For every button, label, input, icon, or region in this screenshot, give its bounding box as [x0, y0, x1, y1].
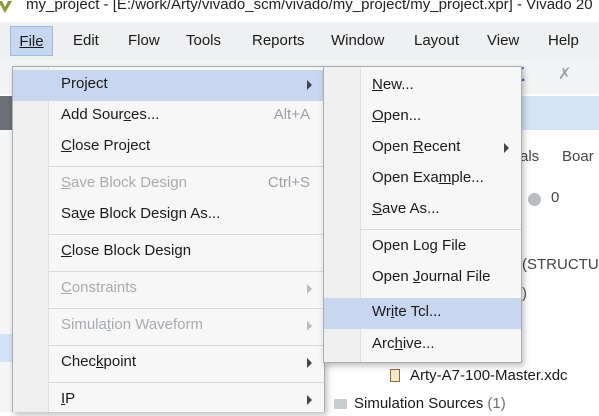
status-count: 0: [551, 189, 560, 206]
menu-file[interactable]: File: [10, 26, 53, 56]
xdc-file-item[interactable]: Arty-A7-100-Master.xdc: [410, 367, 568, 384]
shortcut-label: Ctrl+S: [267, 174, 310, 191]
menu-item-ip[interactable]: IP: [13, 385, 324, 416]
submenu-arrow-icon: [307, 80, 312, 90]
menu-item-open-log-file[interactable]: Open Log File: [324, 232, 521, 263]
window-title: my_project - [E:/work/Arty/vivado_scm/vi…: [26, 0, 593, 13]
menu-reports[interactable]: Reports: [252, 30, 305, 52]
menu-item-save-block-design-as[interactable]: Save Block Design As...: [13, 200, 324, 231]
submenu-arrow-icon: [307, 284, 312, 294]
menu-item-constraints[interactable]: Constraints: [13, 274, 324, 305]
menu-item-save-as[interactable]: Save As...: [324, 195, 521, 226]
menu-item-write-tcl[interactable]: Write Tcl...: [324, 298, 521, 329]
menu-separator: [49, 345, 324, 346]
menu-separator: [49, 166, 324, 167]
tab-partial[interactable]: als: [520, 148, 539, 165]
hierarchy-paren: ): [522, 285, 527, 302]
submenu-arrow-icon: [504, 143, 509, 153]
menu-tools[interactable]: Tools: [186, 30, 221, 52]
menu-item-add-sources[interactable]: Add Sources... Alt+A: [13, 101, 324, 132]
status-dot-icon: [528, 193, 541, 206]
pin-icon[interactable]: ✗: [558, 64, 571, 84]
menu-bar: File Edit Flow Tools Reports Window Layo…: [0, 22, 599, 61]
menu-separator: [360, 229, 521, 230]
menu-item-open-recent[interactable]: Open Recent: [324, 133, 521, 164]
menu-item-save-block-design[interactable]: Save Block Design Ctrl+S: [13, 169, 324, 200]
hierarchy-structure-label: (STRUCTUR: [522, 256, 599, 273]
simulation-sources-item[interactable]: Simulation Sources (1): [354, 395, 506, 412]
menu-separator: [49, 234, 324, 235]
menu-edit[interactable]: Edit: [73, 30, 99, 52]
submenu-arrow-icon: [307, 358, 312, 368]
title-bar: my_project - [E:/work/Arty/vivado_scm/vi…: [0, 0, 599, 22]
menu-view[interactable]: View: [487, 30, 519, 52]
menu-item-project[interactable]: Project: [13, 70, 324, 101]
menu-layout[interactable]: Layout: [414, 30, 459, 52]
menu-item-close-block-design[interactable]: Close Block Design: [13, 237, 324, 268]
file-menu: Project Add Sources... Alt+A Close Proje…: [12, 66, 325, 412]
xdc-file-icon: [390, 369, 400, 382]
submenu-arrow-icon: [307, 321, 312, 331]
tab-boards-partial[interactable]: Boar: [562, 148, 594, 165]
menu-item-close-project[interactable]: Close Project: [13, 132, 324, 163]
folder-icon: [334, 399, 347, 409]
submenu-arrow-icon: [307, 395, 312, 405]
menu-item-open-example[interactable]: Open Example...: [324, 164, 521, 195]
menu-item-simulation-waveform[interactable]: Simulation Waveform: [13, 311, 324, 342]
menu-flow[interactable]: Flow: [128, 30, 160, 52]
menu-item-archive[interactable]: Archive...: [324, 330, 521, 361]
menu-item-checkpoint[interactable]: Checkpoint: [13, 348, 324, 379]
menu-separator: [49, 382, 324, 383]
menu-item-open[interactable]: Open...: [324, 102, 521, 133]
menu-help[interactable]: Help: [548, 30, 579, 52]
menu-separator: [49, 308, 324, 309]
menu-item-new[interactable]: New...: [324, 71, 521, 102]
menu-item-open-journal-file[interactable]: Open Journal File: [324, 263, 521, 294]
project-submenu: New... Open... Open Recent Open Example.…: [323, 66, 522, 363]
menu-window[interactable]: Window: [331, 30, 384, 52]
vivado-logo-icon: [0, 1, 12, 13]
menu-separator: [49, 271, 324, 272]
shortcut-label: Alt+A: [273, 106, 310, 123]
